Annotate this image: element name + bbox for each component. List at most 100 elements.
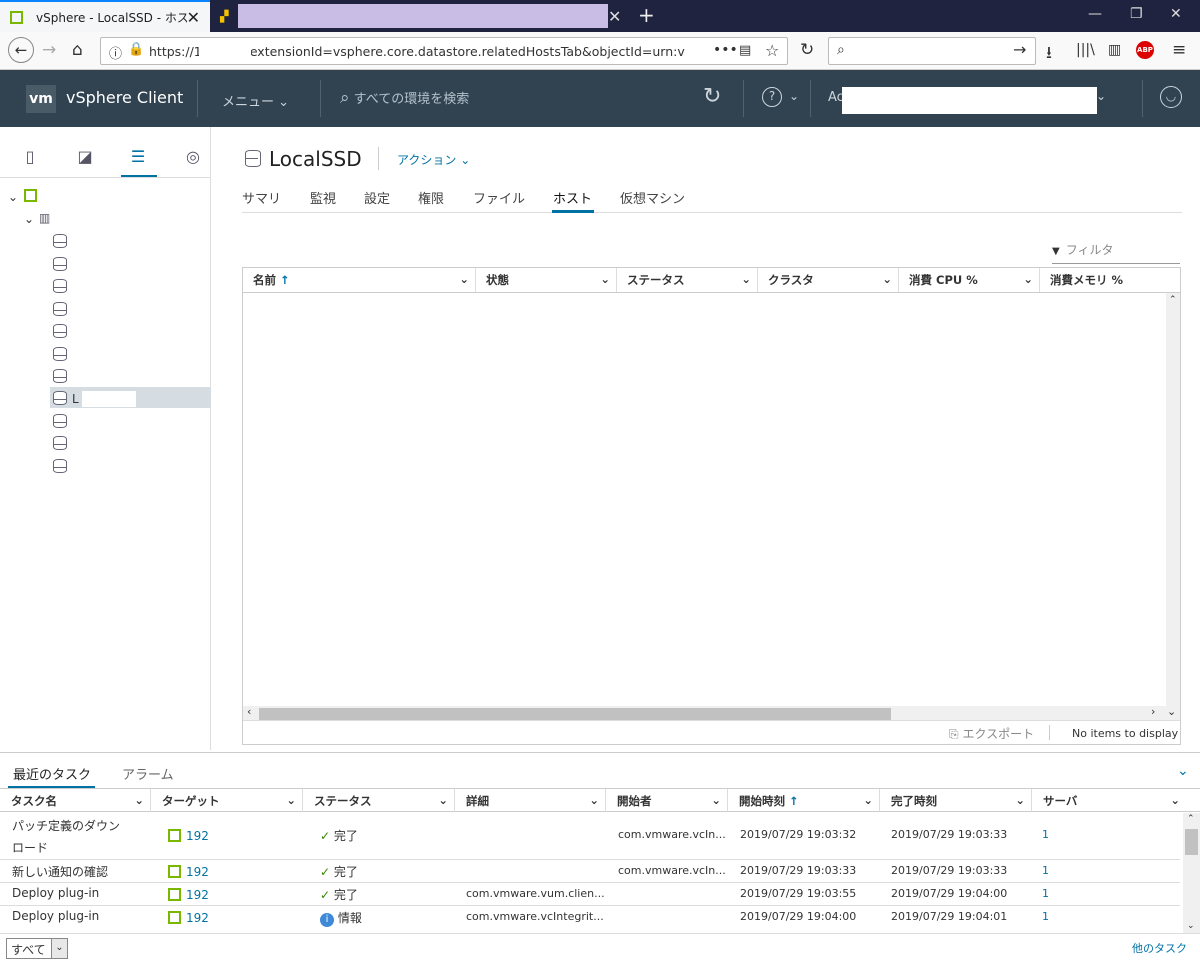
minimize-icon[interactable]: — [1088,6,1102,22]
back-icon[interactable]: ← [8,37,34,63]
task-server[interactable]: 1 [1042,910,1049,923]
library-icon[interactable]: |||\ [1076,42,1095,58]
scroll-up-icon[interactable]: ⌃ [1187,814,1195,824]
browser-search-box[interactable]: ⌕ → [828,37,1036,65]
column-header-details[interactable]: 詳細 ⌄ [455,789,606,812]
collapse-panel-icon[interactable]: ⌄ [1177,763,1189,779]
help-icon[interactable]: ? [762,87,782,107]
browser-tab-2[interactable]: ▞ ✕ [210,0,630,32]
info-icon[interactable]: ⓘ [109,43,122,62]
task-target-link[interactable]: 192 [168,827,209,843]
scroll-left-icon[interactable]: ‹ [247,705,251,718]
column-menu-icon[interactable]: ⌄ [1023,272,1033,286]
datacenter-icon[interactable]: ▥ [39,211,50,225]
go-arrow-icon[interactable]: → [1013,40,1026,59]
tab-permissions[interactable]: 権限 [418,188,444,207]
task-target-link[interactable]: 192 [168,909,209,925]
vcenter-icon[interactable] [24,189,37,202]
column-header-name[interactable]: 名前 ↑ ⌄ [243,268,476,292]
column-header-cluster[interactable]: クラスタ ⌄ [758,268,899,292]
tab-summary[interactable]: サマリ [242,188,281,207]
column-menu-icon[interactable]: ⌄ [459,272,469,286]
sidebar-toggle-icon[interactable]: ▥ [1108,42,1121,58]
download-icon[interactable]: ⭳ [1046,40,1052,69]
export-button[interactable]: ⎘ エクスポート [949,725,1034,742]
task-target-link[interactable]: 192 [168,886,209,902]
column-header-task-name[interactable]: タスク名 ⌄ [0,789,151,812]
column-header-end-time[interactable]: 完了時刻 ⌄ [880,789,1032,812]
chevron-down-icon[interactable]: ⌄ [51,939,67,958]
scroll-thumb[interactable] [1185,829,1198,855]
datastore-icon[interactable] [53,436,67,450]
task-filter-select[interactable]: すべて ⌄ [6,938,68,959]
page-actions-icon[interactable]: ••• [713,42,738,58]
datastore-icon[interactable] [53,257,67,271]
forward-icon[interactable]: → [42,40,56,60]
tab-alarms[interactable]: アラーム [122,764,174,783]
datastore-icon[interactable] [53,391,67,405]
tasks-vertical-scrollbar[interactable]: ⌃ ⌄ [1183,813,1200,935]
column-header-state[interactable]: 状態 ⌄ [476,268,617,292]
datastore-icon[interactable] [53,459,67,473]
horizontal-scrollbar[interactable]: ‹ › ⌄ [243,705,1180,720]
column-header-status[interactable]: ステータス ⌄ [303,789,455,812]
more-tasks-link[interactable]: 他のタスク [1132,940,1187,956]
scroll-down-icon[interactable]: ⌄ [1187,921,1195,931]
tab-configure[interactable]: 設定 [364,188,390,207]
bookmark-star-icon[interactable]: ☆ [765,41,779,60]
hosts-clusters-icon[interactable]: ▯ [20,147,40,166]
tab-hosts[interactable]: ホスト [553,188,592,207]
datastore-icon[interactable] [53,234,67,248]
help-chevron-icon[interactable]: ⌄ [789,89,799,103]
column-menu-icon[interactable]: ⌄ [741,272,751,286]
tab-monitor[interactable]: 監視 [310,188,336,207]
datastore-icon[interactable] [53,279,67,293]
task-server[interactable]: 1 [1042,828,1049,841]
refresh-icon[interactable]: ↻ [703,84,721,109]
expand-icon[interactable]: ⌄ [8,190,18,204]
column-header-cpu[interactable]: 消費 CPU % ⌄ [899,268,1040,292]
task-server[interactable]: 1 [1042,887,1049,900]
actions-menu[interactable]: アクション ⌄ [397,151,470,168]
tab-recent-tasks[interactable]: 最近のタスク [13,764,91,783]
user-chevron-icon[interactable]: ⌄ [1096,89,1106,103]
datastore-icon[interactable] [53,414,67,428]
close-tab-icon[interactable]: ✕ [187,8,200,27]
feedback-smiley-icon[interactable]: ◡ [1160,86,1182,108]
task-server[interactable]: 1 [1042,864,1049,877]
datastore-icon[interactable] [53,324,67,338]
reload-icon[interactable]: ↻ [800,40,814,60]
column-header-status[interactable]: ステータス ⌄ [617,268,758,292]
browser-tab-active[interactable]: vSphere - LocalSSD - ホスト ✕ [0,0,210,32]
expand-icon[interactable]: ⌄ [24,212,34,226]
home-icon[interactable]: ⌂ [72,40,83,60]
column-header-memory[interactable]: 消費メモリ % [1040,268,1180,292]
vertical-scrollbar[interactable]: ⌃ [1166,293,1180,718]
datastore-icon[interactable] [53,347,67,361]
column-header-server[interactable]: サーバ ⌄ [1032,789,1200,812]
menu-button[interactable]: メニュー ⌄ [222,91,289,110]
restore-icon[interactable]: ❐ [1130,6,1143,22]
networking-icon[interactable]: ◎ [183,147,203,166]
reader-icon[interactable]: ▤ [739,43,751,58]
window-close-icon[interactable]: ✕ [1170,6,1182,22]
tab-files[interactable]: ファイル [473,188,525,207]
column-menu-icon[interactable]: ⌄ [600,272,610,286]
adblock-icon[interactable]: ABP [1136,41,1154,59]
scroll-down-icon[interactable]: ⌄ [1167,705,1176,718]
storage-icon[interactable]: ☰ [128,147,148,166]
tab-vms[interactable]: 仮想マシン [620,188,685,207]
scroll-thumb[interactable] [259,708,891,720]
column-header-start-time[interactable]: 開始時刻 ↑ ⌄ [728,789,880,812]
url-bar[interactable]: ⓘ 🔒 https://19 'ui/#?extensionId=vsphere… [100,37,788,65]
scroll-up-icon[interactable]: ⌃ [1169,295,1177,305]
filter-input[interactable]: ▼ フィルタ [1052,241,1180,264]
global-search[interactable]: ⌕ すべての環境を検索 [340,88,469,108]
datastore-icon[interactable] [53,369,67,383]
browser-menu-icon[interactable]: ≡ [1172,40,1186,60]
task-target-link[interactable]: 192 [168,863,209,879]
scroll-right-icon[interactable]: › [1151,705,1155,718]
datastore-icon[interactable] [53,302,67,316]
column-menu-icon[interactable]: ⌄ [882,272,892,286]
selected-datastore-label[interactable]: L [72,392,79,406]
